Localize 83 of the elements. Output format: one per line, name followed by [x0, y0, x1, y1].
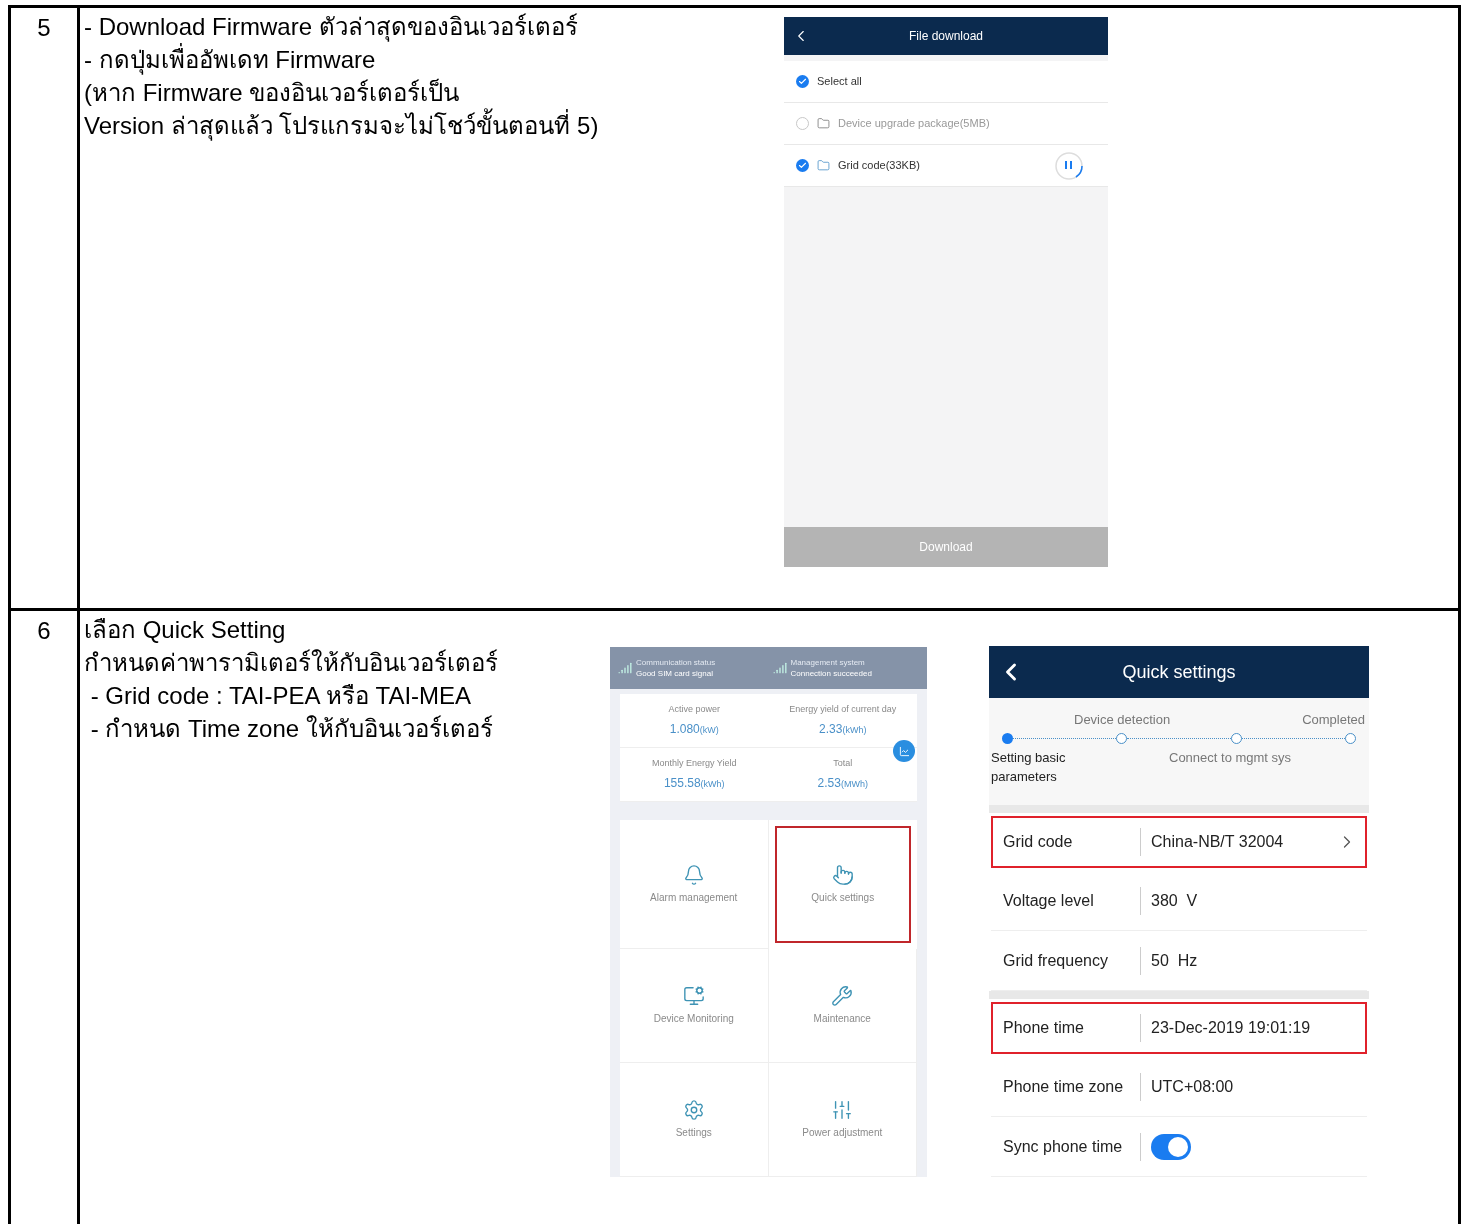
metric-value: 2.53	[817, 775, 841, 793]
step-number: 5	[37, 13, 51, 40]
file-row[interactable]: Select all	[784, 61, 1108, 103]
setting-label: Grid code	[1003, 832, 1074, 852]
toggle-switch[interactable]	[1151, 1133, 1191, 1160]
metric-value: 1.080	[669, 721, 700, 739]
screen-title: Quick settings	[1121, 660, 1237, 684]
checkbox[interactable]	[796, 159, 809, 172]
step-label: Connect to mgmt sys	[1169, 748, 1293, 767]
chart-icon	[898, 745, 910, 757]
instruction-text: - Grid code : TAI-PEA หรือ TAI-MEA	[89, 681, 473, 711]
tile-label: Device Monitoring	[652, 1012, 735, 1026]
setting-row[interactable]: Phone time 23-Dec-2019 19:01:19	[991, 1002, 1367, 1054]
screen-title: File download	[907, 28, 984, 45]
file-label: Select all	[817, 74, 862, 90]
tile-icon	[682, 985, 705, 1007]
step-number: 6	[37, 616, 51, 643]
instruction-text: เลือก Quick Setting	[84, 615, 287, 645]
chart-button[interactable]	[893, 740, 915, 762]
setting-label: Phone time	[1003, 1018, 1085, 1038]
check-icon	[798, 77, 807, 86]
tile-label: Quick settings	[810, 891, 876, 905]
status-icon	[618, 661, 632, 675]
pause-progress-icon[interactable]	[1054, 150, 1084, 181]
instruction-text: กำหนดค่าพารามิเตอร์ให้กับอินเวอร์เตอร์	[84, 648, 499, 678]
step-label: Setting basic parameters	[991, 748, 1067, 786]
metric-label: Active power	[668, 702, 720, 716]
metric-value: 155.58	[663, 775, 701, 793]
tile-label: Maintenance	[812, 1012, 872, 1026]
setting-label: Sync phone time	[1003, 1136, 1124, 1157]
tile-icon	[831, 1099, 854, 1121]
menu-tile[interactable]: Settings	[620, 1063, 769, 1177]
tile-label: Settings	[674, 1126, 713, 1140]
status-title: Management system	[790, 657, 866, 668]
setting-label: Phone time zone	[1003, 1076, 1125, 1097]
setting-value: UTC+08:00	[1151, 1076, 1234, 1097]
metric-label: Energy yield of current day	[789, 702, 897, 716]
menu-tile[interactable]: Device Monitoring	[620, 949, 769, 1063]
setting-value: 380 V	[1151, 890, 1198, 911]
checkbox[interactable]	[796, 75, 809, 88]
tile-icon	[831, 985, 854, 1007]
menu-tile[interactable]: Quick settings	[774, 826, 911, 943]
setting-row[interactable]: Phone time zone UTC+08:00	[991, 1057, 1367, 1117]
metric-label: Total	[833, 756, 853, 770]
status-value: Good SIM card signal	[636, 668, 714, 679]
menu-tile[interactable]: Alarm management	[620, 820, 769, 949]
setting-value: 50 Hz	[1151, 950, 1198, 971]
setting-label: Voltage level	[1003, 890, 1095, 911]
instruction-text: - กดปุ่มเพื่ออัพเดท Firmware	[84, 43, 784, 76]
setting-row[interactable]: Sync phone time	[991, 1117, 1367, 1177]
tile-label: Power adjustment	[801, 1126, 884, 1140]
file-row[interactable]: Grid code(33KB)	[784, 145, 1108, 187]
setting-row[interactable]: Grid code China-NB/T 32004	[991, 816, 1367, 868]
metric-unit: (MWh)	[840, 779, 868, 792]
status-value: Connection succeeded	[790, 668, 872, 679]
setting-value: 23-Dec-2019 19:01:19	[1151, 1018, 1311, 1038]
status-title: Communication status	[636, 657, 716, 668]
instruction-text: (หาก Firmware ของอินเวอร์เตอร์เป็น	[84, 77, 461, 108]
setting-value[interactable]: China-NB/T 32004	[1151, 830, 1284, 854]
step-label: Device detection	[1074, 711, 1171, 729]
setting-label: Grid frequency	[1003, 950, 1109, 971]
metric-label: Monthly Energy Yield	[651, 756, 737, 770]
instruction-text: Version ล่าสุดแล้ว โปรแกรมจะไม่โชว์ขั้นตอนที่ 5)	[84, 109, 784, 142]
file-label: Device upgrade package(5MB)	[838, 116, 990, 132]
tile-label: Alarm management	[649, 890, 739, 905]
step-label: Completed	[1302, 711, 1365, 729]
file-label: Grid code(33KB)	[838, 158, 920, 174]
instruction-text: - กำหนด Time zone ให้กับอินเวอร์เตอร์	[89, 714, 494, 744]
tile-icon	[682, 863, 705, 886]
tile-icon	[831, 864, 854, 886]
metric-unit: (kWh)	[842, 725, 867, 738]
metric-unit: (kW)	[699, 725, 719, 738]
tile-icon	[682, 1099, 705, 1121]
metric-unit: (kWh)	[700, 779, 725, 792]
metric-value: 2.33	[819, 721, 843, 739]
folder-icon	[817, 159, 830, 172]
check-icon	[798, 161, 807, 170]
menu-tile[interactable]: Power adjustment	[768, 1063, 917, 1177]
setting-row[interactable]: Voltage level 380 V	[991, 871, 1367, 931]
folder-icon	[817, 117, 830, 130]
instruction-text: - Download Firmware ตัวล่าสุดของอินเวอร์เตอร์	[84, 12, 579, 43]
status-icon	[772, 661, 787, 675]
menu-tile[interactable]: Maintenance	[768, 949, 917, 1063]
